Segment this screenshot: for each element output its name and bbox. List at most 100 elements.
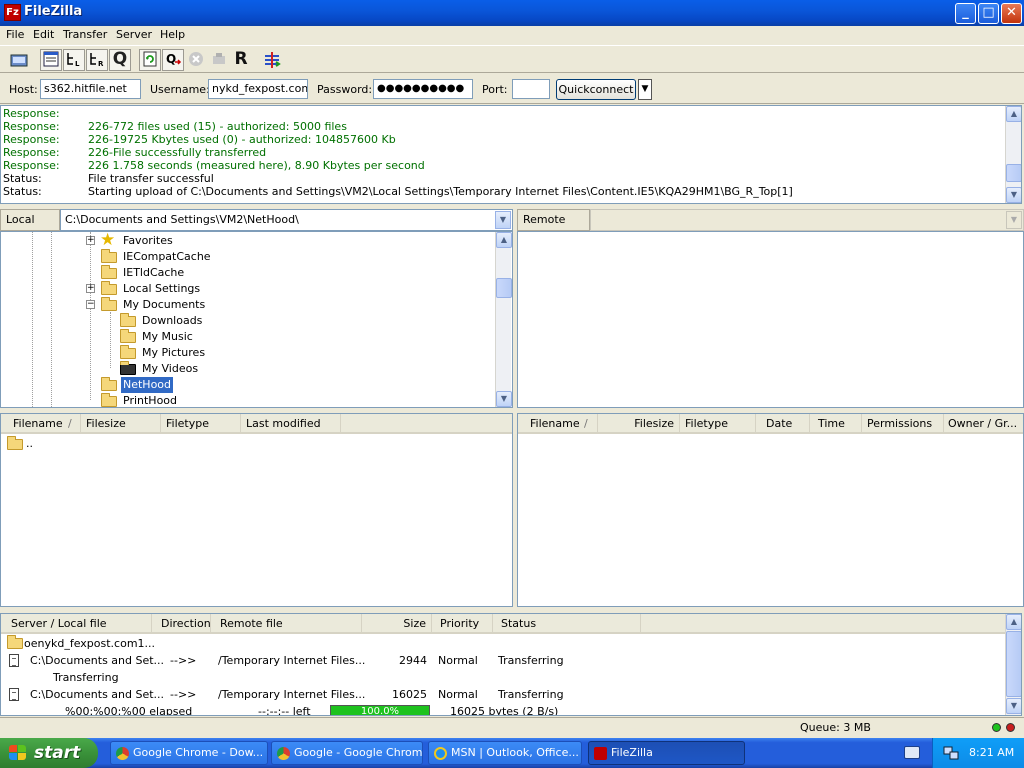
disconnect-icon[interactable] xyxy=(208,49,230,71)
log-line: Response: 226-File successfully transferr… xyxy=(3,146,267,159)
toggle-local-tree-icon[interactable]: L xyxy=(63,49,85,71)
column-priority[interactable]: Priority xyxy=(432,614,493,634)
column-time[interactable]: Time xyxy=(810,414,862,434)
ie-icon xyxy=(434,747,447,760)
expand-icon[interactable]: + xyxy=(86,236,95,245)
column-owner-group[interactable]: Owner / Gr... xyxy=(944,414,1023,434)
taskbar-button-chrome-downloads[interactable]: Google Chrome - Dow... xyxy=(110,741,268,765)
tree-item-favorites[interactable]: + ★ Favorites xyxy=(86,232,301,249)
minimize-button[interactable]: _ xyxy=(955,3,976,24)
menu-edit[interactable]: Edit xyxy=(33,28,54,41)
scroll-up-arrow-icon[interactable]: ▲ xyxy=(1006,614,1021,630)
menu-file[interactable]: File xyxy=(6,28,24,41)
menu-server[interactable]: Server xyxy=(116,28,152,41)
column-permissions[interactable]: Permissions xyxy=(862,414,944,434)
local-site-path-combo[interactable]: C:\Documents and Settings\VM2\NetHood\ ▼ xyxy=(60,209,513,231)
tree-item-local-settings[interactable]: + Local Settings xyxy=(86,281,301,297)
collapse-icon[interactable]: − xyxy=(86,300,95,309)
password-input[interactable]: ●●●●●●●●●● xyxy=(373,79,473,99)
menu-help[interactable]: Help xyxy=(160,28,185,41)
toggle-remote-tree-icon[interactable]: R xyxy=(86,49,108,71)
compare-icon[interactable] xyxy=(261,49,283,71)
start-button[interactable]: start xyxy=(0,738,98,768)
list-item-parent-directory[interactable]: .. xyxy=(7,436,87,452)
taskbar: start Google Chrome - Dow... Google - Go… xyxy=(0,738,1024,768)
title-bar[interactable]: Fz FileZilla _ □ ✕ xyxy=(0,0,1024,26)
remote-site-path-combo[interactable]: ▼ xyxy=(590,209,1024,231)
tree-item-ietldcache[interactable]: IETldCache xyxy=(101,265,301,281)
column-direction[interactable]: Direction xyxy=(152,614,211,634)
column-remote-file[interactable]: Remote file xyxy=(211,614,362,634)
column-filename[interactable]: Filename / xyxy=(518,414,598,434)
queue-item-row[interactable]: C:\Documents and Set... -->> /Temporary … xyxy=(1,686,1001,703)
taskbar-button-chrome-google[interactable]: Google - Google Chrome xyxy=(271,741,423,765)
reconnect-icon[interactable]: R xyxy=(230,49,252,71)
folder-icon xyxy=(101,249,117,263)
column-last-modified[interactable]: Last modified xyxy=(241,414,341,434)
column-filesize[interactable]: Filesize xyxy=(598,414,680,434)
scroll-thumb[interactable] xyxy=(1006,164,1021,182)
remote-directory-tree xyxy=(517,231,1024,408)
windows-logo-icon xyxy=(9,745,27,761)
folder-icon xyxy=(101,297,117,311)
host-input[interactable]: s362.hitfile.net xyxy=(40,79,141,99)
taskbar-button-filezilla[interactable]: FileZilla xyxy=(588,741,745,765)
clock[interactable]: 8:21 AM xyxy=(969,746,1014,759)
scroll-up-arrow-icon[interactable]: ▲ xyxy=(496,232,512,248)
column-status[interactable]: Status xyxy=(493,614,641,634)
tree-item-my-documents[interactable]: − My Documents xyxy=(86,297,301,313)
username-input[interactable]: nykd_fexpost.com1 xyxy=(208,79,308,99)
chevron-down-icon[interactable]: ▼ xyxy=(1006,211,1022,229)
column-size[interactable]: Size xyxy=(362,614,432,634)
tree-item-my-videos[interactable]: My Videos xyxy=(120,361,320,377)
process-queue-icon[interactable]: Q xyxy=(162,49,184,71)
toggle-queue-icon[interactable]: Q xyxy=(109,49,131,71)
tree-item-iecompatcache[interactable]: IECompatCache xyxy=(101,249,301,265)
site-manager-icon[interactable] xyxy=(8,49,30,71)
network-icon[interactable] xyxy=(943,745,959,761)
port-label: Port: xyxy=(482,83,508,96)
host-label: Host: xyxy=(9,83,38,96)
queue-server-row[interactable]: oenykd_fexpost.com1... xyxy=(1,635,301,652)
local-tree-scrollbar[interactable]: ▲ ▼ xyxy=(495,232,512,407)
queue-item-row[interactable]: C:\Documents and Set... -->> /Temporary … xyxy=(1,652,1001,669)
column-date[interactable]: Date xyxy=(756,414,810,434)
quickconnect-button[interactable]: Quickconnect xyxy=(556,79,636,100)
taskbar-button-msn-ie[interactable]: MSN | Outlook, Office... xyxy=(428,741,582,765)
log-line: Response: xyxy=(3,107,60,120)
queue-scrollbar[interactable]: ▲ ▼ xyxy=(1005,614,1021,715)
tree-item-nethood[interactable]: NetHood xyxy=(101,377,301,393)
scroll-thumb[interactable] xyxy=(1006,631,1021,697)
quickconnect-dropdown-button[interactable]: ▼ xyxy=(638,79,652,100)
transfer-queue: Server / Local file Direction Remote fil… xyxy=(0,613,1022,716)
column-filename[interactable]: Filename / xyxy=(1,414,81,434)
remote-site-label: Remote site: xyxy=(517,209,590,246)
scroll-up-arrow-icon[interactable]: ▲ xyxy=(1006,106,1021,122)
close-button[interactable]: ✕ xyxy=(1001,3,1022,24)
filezilla-icon xyxy=(594,747,607,760)
column-filetype[interactable]: Filetype xyxy=(161,414,241,434)
menu-transfer[interactable]: Transfer xyxy=(63,28,107,41)
tree-item-printhood[interactable]: PrintHood xyxy=(101,393,301,407)
expand-icon[interactable]: + xyxy=(86,284,95,293)
refresh-icon[interactable] xyxy=(139,49,161,71)
port-input[interactable] xyxy=(512,79,550,99)
column-server-local-file[interactable]: Server / Local file xyxy=(1,614,152,634)
scroll-down-arrow-icon[interactable]: ▼ xyxy=(1006,698,1021,714)
folder-icon xyxy=(7,635,23,649)
cancel-icon[interactable] xyxy=(185,49,207,71)
scroll-thumb[interactable] xyxy=(496,278,512,298)
tree-item-my-music[interactable]: My Music xyxy=(120,329,320,345)
tree-item-downloads[interactable]: Downloads xyxy=(120,313,320,329)
column-filetype[interactable]: Filetype xyxy=(680,414,756,434)
maximize-button[interactable]: □ xyxy=(978,3,999,24)
column-filesize[interactable]: Filesize xyxy=(81,414,161,434)
scroll-down-arrow-icon[interactable]: ▼ xyxy=(1006,187,1021,203)
folder-icon xyxy=(101,265,117,279)
log-scrollbar[interactable]: ▲ ▼ xyxy=(1005,106,1021,203)
toggle-log-icon[interactable] xyxy=(40,49,62,71)
scroll-down-arrow-icon[interactable]: ▼ xyxy=(496,391,512,407)
tree-item-my-pictures[interactable]: My Pictures xyxy=(120,345,320,361)
chevron-down-icon[interactable]: ▼ xyxy=(495,211,511,229)
keyboard-icon[interactable] xyxy=(904,746,920,759)
